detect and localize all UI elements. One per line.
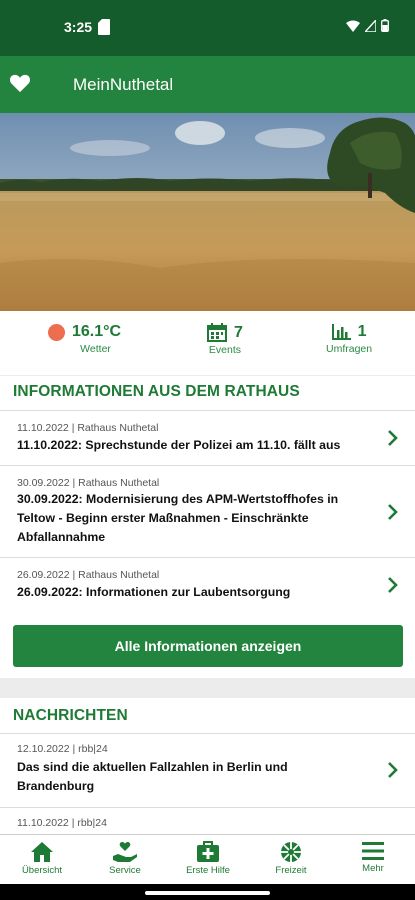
sun-icon: [48, 323, 65, 341]
info-item[interactable]: 26.09.2022 | Rathaus Nuthetal 26.09.2022…: [0, 557, 415, 612]
nav-item-more[interactable]: Mehr: [338, 841, 408, 874]
nav-item-service[interactable]: Service: [90, 841, 160, 876]
app-title: MeinNuthetal: [73, 75, 174, 94]
chevron-right-icon: [388, 504, 398, 520]
info-item-headline: 11.10.2022: Sprechstunde der Polizei am …: [17, 438, 341, 452]
nav-item-overview[interactable]: Übersicht: [7, 841, 77, 876]
chevron-right-icon: [388, 577, 398, 593]
sd-card-icon: [98, 19, 110, 35]
all-information-button[interactable]: Alle Informationen anzeigen: [13, 625, 403, 667]
info-item-headline: 26.09.2022: Informationen zur Laubentsor…: [17, 585, 291, 599]
nav-item-leisure[interactable]: Freizeit: [256, 841, 326, 876]
chevron-right-icon: [388, 430, 398, 446]
events-value: 7: [234, 323, 243, 341]
info-item[interactable]: 30.09.2022 | Rathaus Nuthetal 30.09.2022…: [0, 465, 415, 557]
stats-row: 16.1°C Wetter 7 Events 1 Umfragen: [0, 311, 415, 375]
signal-icon: [365, 19, 376, 32]
hand-heart-icon: [113, 842, 137, 862]
bottom-navigation: Übersicht Service Erste Hilfe Freizeit M…: [0, 834, 415, 884]
news-item-meta: 12.10.2022 | rbb|24: [17, 743, 108, 755]
polls-label: Umfragen: [326, 343, 373, 355]
menu-icon: [362, 842, 384, 860]
weather-value: 16.1°C: [72, 323, 122, 340]
news-section-title: NACHRICHTEN: [13, 707, 128, 724]
polls-stat[interactable]: 1 Umfragen: [326, 323, 372, 355]
info-item-headline: 30.09.2022: Modernisierung des APM-Werts…: [17, 492, 339, 544]
info-section-title: INFORMATIONEN AUS DEM RATHAUS: [13, 383, 300, 400]
wifi-icon: [346, 20, 360, 32]
weather-stat[interactable]: 16.1°C Wetter: [48, 323, 121, 355]
nav-item-first-aid[interactable]: Erste Hilfe: [173, 841, 243, 876]
news-item-headline: Das sind die aktuellen Fallzahlen in Ber…: [17, 760, 288, 793]
status-time: 3:25: [64, 19, 93, 35]
first-aid-icon: [197, 841, 219, 862]
gesture-bar: [0, 884, 415, 900]
nav-label: Übersicht: [21, 865, 63, 876]
info-item-meta: 26.09.2022 | Rathaus Nuthetal: [17, 569, 160, 581]
news-item-meta: 11.10.2022 | rbb|24: [17, 817, 107, 829]
calendar-icon: [207, 323, 227, 342]
news-item[interactable]: 12.10.2022 | rbb|24 Das sind die aktuell…: [0, 733, 415, 807]
app-bar: MeinNuthetal: [0, 56, 415, 113]
nav-label: Erste Hilfe: [186, 865, 230, 876]
polls-value: 1: [357, 323, 367, 340]
heart-icon[interactable]: [9, 73, 31, 93]
info-item-meta: 30.09.2022 | Rathaus Nuthetal: [17, 477, 160, 489]
home-indicator[interactable]: [145, 891, 270, 895]
battery-icon: [381, 19, 389, 32]
nav-label: Service: [109, 865, 141, 876]
hero-image: [0, 113, 415, 311]
home-icon: [31, 842, 53, 862]
bar-chart-icon: [331, 324, 351, 340]
events-stat[interactable]: 7 Events: [207, 323, 243, 356]
news-item[interactable]: 11.10.2022 | rbb|24: [0, 807, 415, 834]
nav-label: Mehr: [362, 863, 384, 874]
nav-label: Freizeit: [275, 865, 307, 876]
status-icons: [346, 19, 389, 32]
status-bar: 3:25: [0, 0, 415, 56]
info-item-meta: 11.10.2022 | Rathaus Nuthetal: [17, 422, 159, 434]
chevron-right-icon: [388, 762, 398, 778]
ball-icon: [281, 842, 301, 862]
field-landscape-image: [0, 113, 415, 311]
events-label: Events: [208, 344, 241, 356]
info-item[interactable]: 11.10.2022 | Rathaus Nuthetal 11.10.2022…: [0, 410, 415, 465]
weather-label: Wetter: [80, 343, 111, 355]
